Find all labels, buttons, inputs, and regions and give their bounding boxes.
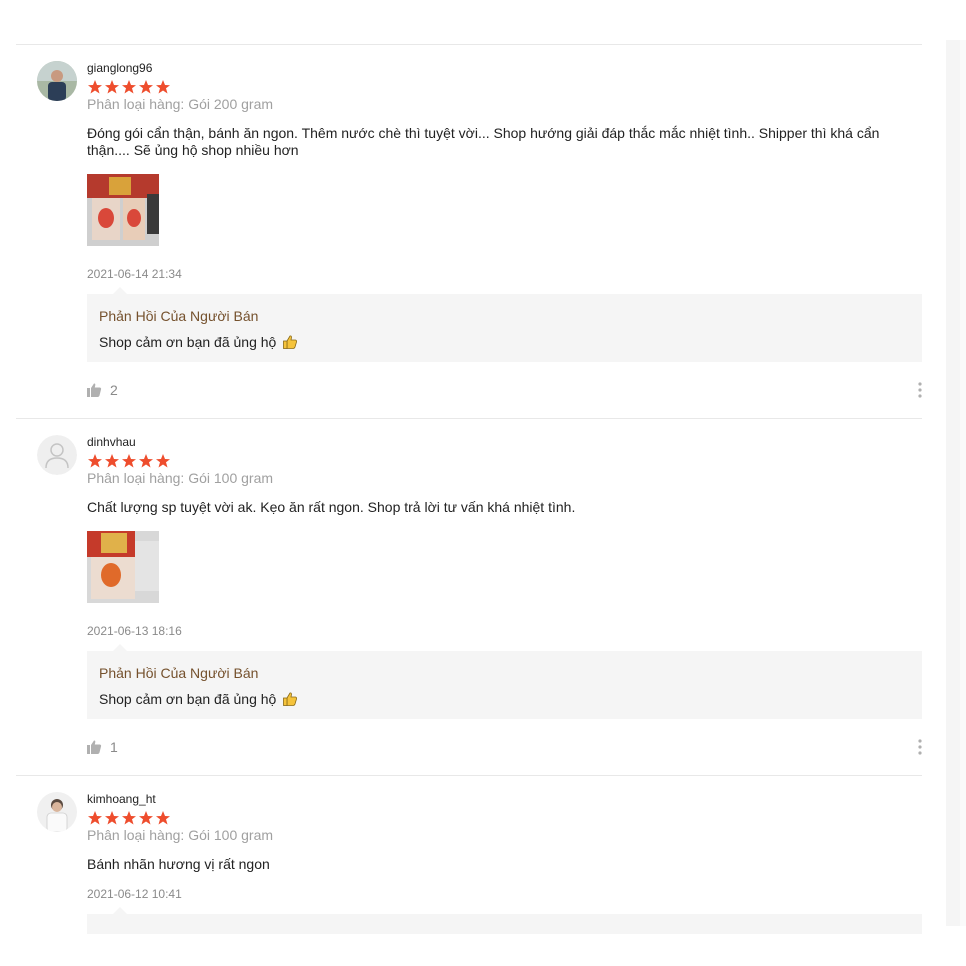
like-count: 2 bbox=[110, 382, 118, 398]
review-photo[interactable] bbox=[87, 174, 159, 246]
star-icon bbox=[88, 80, 102, 94]
star-icon bbox=[88, 811, 102, 825]
star-icon bbox=[105, 811, 119, 825]
avatar[interactable] bbox=[37, 792, 77, 832]
review-actions: 1 bbox=[87, 719, 922, 775]
star-icon bbox=[139, 811, 153, 825]
rating-stars bbox=[87, 79, 922, 95]
seller-reply: Phản Hồi Của Người Bán Shop cảm ơn bạn đ… bbox=[87, 287, 922, 362]
like-count: 1 bbox=[110, 739, 118, 755]
star-icon bbox=[88, 454, 102, 468]
more-vertical-icon[interactable] bbox=[918, 382, 922, 398]
username[interactable]: kimhoang_ht bbox=[87, 792, 922, 806]
review-item: dinhvhau Phân loại hàng: Gói 100 gram Ch… bbox=[16, 418, 922, 775]
thumbs-up-icon bbox=[87, 383, 102, 397]
review-date: 2021-06-12 10:41 bbox=[87, 887, 182, 901]
username[interactable]: gianglong96 bbox=[87, 61, 922, 75]
thumbs-up-emoji-icon bbox=[283, 335, 298, 349]
seller-reply bbox=[87, 907, 922, 934]
review-item: kimhoang_ht Phân loại hàng: Gói 100 gram… bbox=[16, 775, 922, 934]
seller-reply-title: Phản Hồi Của Người Bán bbox=[99, 665, 259, 681]
avatar[interactable] bbox=[37, 61, 77, 101]
thumbs-up-icon bbox=[87, 740, 102, 754]
like-button[interactable]: 1 bbox=[87, 739, 118, 755]
review-photo[interactable] bbox=[87, 531, 159, 603]
seller-reply-text: Shop cảm ơn bạn đã ủng hộ bbox=[99, 334, 910, 350]
like-button[interactable]: 2 bbox=[87, 382, 118, 398]
rating-stars bbox=[87, 810, 922, 826]
seller-reply: Phản Hồi Của Người Bán Shop cảm ơn bạn đ… bbox=[87, 644, 922, 719]
review-comment: Chất lượng sp tuyệt vời ak. Kẹo ăn rất n… bbox=[87, 499, 576, 515]
seller-reply-message: Shop cảm ơn bạn đã ủng hộ bbox=[99, 691, 277, 707]
product-variant: Phân loại hàng: Gói 100 gram bbox=[87, 470, 274, 486]
review-comment: Bánh nhãn hương vị rất ngon bbox=[87, 856, 270, 872]
review-comment: Đóng gói cẩn thận, bánh ăn ngon. Thêm nư… bbox=[87, 125, 880, 158]
star-icon bbox=[156, 80, 170, 94]
seller-reply-title: Phản Hồi Của Người Bán bbox=[99, 308, 259, 324]
right-side-panel bbox=[946, 40, 966, 926]
star-icon bbox=[122, 454, 136, 468]
star-icon bbox=[122, 80, 136, 94]
star-icon bbox=[105, 454, 119, 468]
review-list: gianglong96 Phân loại hàng: Gói 200 gram… bbox=[16, 44, 922, 934]
review-item: gianglong96 Phân loại hàng: Gói 200 gram… bbox=[16, 44, 922, 418]
product-variant: Phân loại hàng: Gói 200 gram bbox=[87, 96, 274, 112]
star-icon bbox=[122, 811, 136, 825]
panel-edge bbox=[960, 40, 966, 926]
star-icon bbox=[156, 454, 170, 468]
username[interactable]: dinhvhau bbox=[87, 435, 922, 449]
star-icon bbox=[156, 811, 170, 825]
avatar[interactable] bbox=[37, 435, 77, 475]
product-variant: Phân loại hàng: Gói 100 gram bbox=[87, 827, 274, 843]
seller-reply-message: Shop cảm ơn bạn đã ủng hộ bbox=[99, 334, 277, 350]
seller-reply-text: Shop cảm ơn bạn đã ủng hộ bbox=[99, 691, 910, 707]
review-actions: 2 bbox=[87, 362, 922, 418]
star-icon bbox=[139, 80, 153, 94]
more-vertical-icon[interactable] bbox=[918, 739, 922, 755]
review-date: 2021-06-14 21:34 bbox=[87, 267, 182, 281]
star-icon bbox=[105, 80, 119, 94]
rating-stars bbox=[87, 453, 922, 469]
star-icon bbox=[139, 454, 153, 468]
review-date: 2021-06-13 18:16 bbox=[87, 624, 182, 638]
thumbs-up-emoji-icon bbox=[283, 692, 298, 706]
